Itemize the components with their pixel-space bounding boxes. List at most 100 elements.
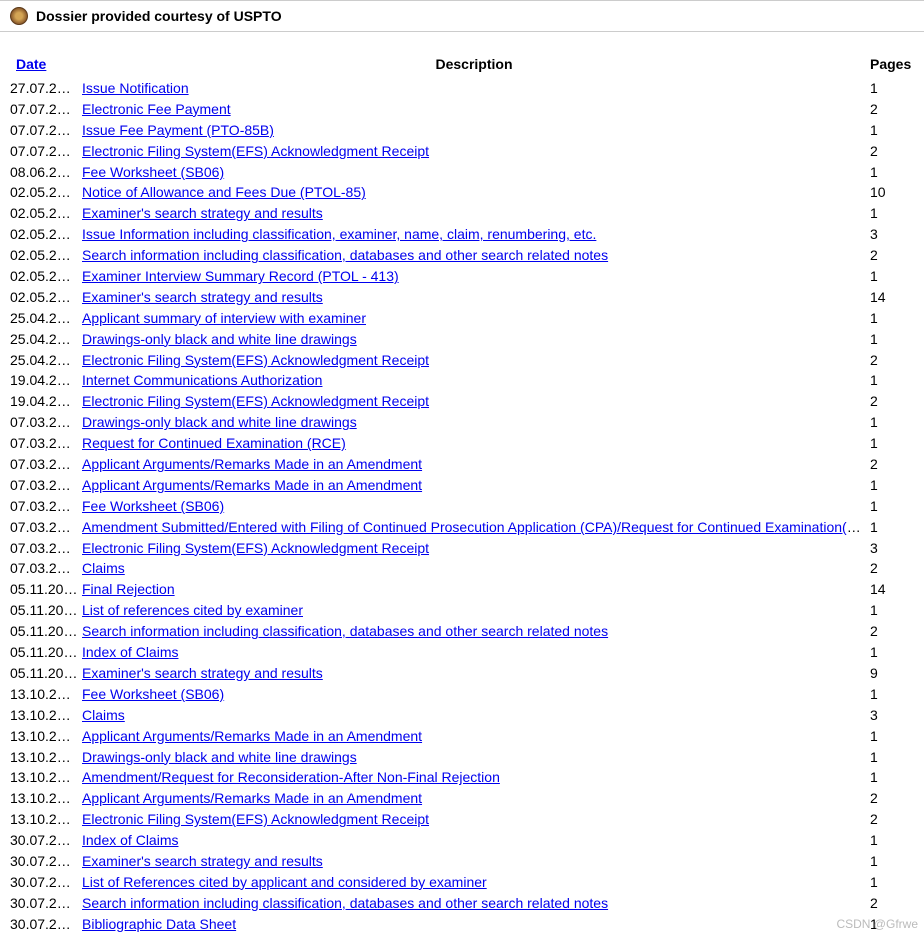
document-link[interactable]: Drawings-only black and white line drawi… [82, 414, 357, 430]
date-cell: 02.05.2022 [8, 287, 80, 308]
document-link[interactable]: Issue Notification [82, 80, 189, 96]
document-link[interactable]: Electronic Filing System(EFS) Acknowledg… [82, 143, 429, 159]
description-cell: Issue Notification [80, 78, 868, 99]
document-link[interactable]: Bibliographic Data Sheet [82, 916, 236, 932]
table-row: 13.10.2021Amendment/Request for Reconsid… [8, 767, 916, 788]
document-link[interactable]: Search information including classificat… [82, 623, 608, 639]
document-link[interactable]: Index of Claims [82, 832, 178, 848]
date-cell: 13.10.2021 [8, 705, 80, 726]
date-cell: 27.07.2022 [8, 78, 80, 99]
table-header-row: Date Description Pages [8, 52, 916, 78]
document-link[interactable]: Examiner's search strategy and results [82, 289, 323, 305]
pages-cell: 1 [868, 684, 916, 705]
table-row: 13.10.2021Fee Worksheet (SB06)1 [8, 684, 916, 705]
description-cell: List of references cited by examiner [80, 600, 868, 621]
col-header-date[interactable]: Date [8, 52, 80, 78]
document-link[interactable]: Fee Worksheet (SB06) [82, 164, 224, 180]
table-row: 25.04.2022Electronic Filing System(EFS) … [8, 350, 916, 371]
document-link[interactable]: Electronic Filing System(EFS) Acknowledg… [82, 352, 429, 368]
document-link[interactable]: Drawings-only black and white line drawi… [82, 331, 357, 347]
document-link[interactable]: Electronic Filing System(EFS) Acknowledg… [82, 393, 429, 409]
date-cell: 25.04.2022 [8, 329, 80, 350]
description-cell: List of References cited by applicant an… [80, 872, 868, 893]
table-row: 30.07.2021Search information including c… [8, 893, 916, 914]
document-link[interactable]: Examiner's search strategy and results [82, 853, 323, 869]
description-cell: Search information including classificat… [80, 621, 868, 642]
pages-cell: 1 [868, 851, 916, 872]
date-cell: 02.05.2022 [8, 203, 80, 224]
document-link[interactable]: Claims [82, 707, 125, 723]
document-link[interactable]: Electronic Filing System(EFS) Acknowledg… [82, 540, 429, 556]
table-row: 30.07.2021Index of Claims1 [8, 830, 916, 851]
document-link[interactable]: Fee Worksheet (SB06) [82, 498, 224, 514]
document-link[interactable]: Applicant summary of interview with exam… [82, 310, 366, 326]
dossier-table-wrap: Date Description Pages 27.07.2022Issue N… [0, 32, 924, 935]
table-row: 30.07.2021Bibliographic Data Sheet1 [8, 914, 916, 935]
document-link[interactable]: Issue Information including classificati… [82, 226, 596, 242]
document-link[interactable]: Examiner's search strategy and results [82, 205, 323, 221]
document-link[interactable]: Amendment Submitted/Entered with Filing … [82, 519, 868, 535]
description-cell: Search information including classificat… [80, 893, 868, 914]
date-cell: 07.03.2022 [8, 558, 80, 579]
document-link[interactable]: Notice of Allowance and Fees Due (PTOL-8… [82, 184, 366, 200]
document-link[interactable]: Applicant Arguments/Remarks Made in an A… [82, 477, 422, 493]
document-link[interactable]: Electronic Fee Payment [82, 101, 231, 117]
document-link[interactable]: Search information including classificat… [82, 247, 608, 263]
pages-cell: 2 [868, 788, 916, 809]
table-row: 07.03.2022Electronic Filing System(EFS) … [8, 538, 916, 559]
pages-cell: 14 [868, 287, 916, 308]
date-cell: 19.04.2022 [8, 391, 80, 412]
pages-cell: 1 [868, 496, 916, 517]
document-link[interactable]: Amendment/Request for Reconsideration-Af… [82, 769, 500, 785]
document-link[interactable]: Search information including classificat… [82, 895, 608, 911]
description-cell: Examiner's search strategy and results [80, 203, 868, 224]
date-cell: 02.05.2022 [8, 245, 80, 266]
pages-cell: 1 [868, 726, 916, 747]
document-link[interactable]: Fee Worksheet (SB06) [82, 686, 224, 702]
document-link[interactable]: List of References cited by applicant an… [82, 874, 487, 890]
description-cell: Claims [80, 558, 868, 579]
dossier-header: Dossier provided courtesy of USPTO [0, 0, 924, 32]
table-row: 25.04.2022Drawings-only black and white … [8, 329, 916, 350]
description-cell: Amendment/Request for Reconsideration-Af… [80, 767, 868, 788]
document-link[interactable]: Applicant Arguments/Remarks Made in an A… [82, 728, 422, 744]
document-link[interactable]: Internet Communications Authorization [82, 372, 322, 388]
document-link[interactable]: Index of Claims [82, 644, 178, 660]
description-cell: Index of Claims [80, 642, 868, 663]
document-link[interactable]: Issue Fee Payment (PTO-85B) [82, 122, 274, 138]
document-link[interactable]: Final Rejection [82, 581, 175, 597]
table-row: 07.07.2022Electronic Fee Payment2 [8, 99, 916, 120]
document-link[interactable]: Examiner Interview Summary Record (PTOL … [82, 268, 399, 284]
pages-cell: 1 [868, 78, 916, 99]
pages-cell: 2 [868, 391, 916, 412]
date-cell: 08.06.2022 [8, 162, 80, 183]
pages-cell: 10 [868, 182, 916, 203]
document-link[interactable]: Electronic Filing System(EFS) Acknowledg… [82, 811, 429, 827]
pages-cell: 2 [868, 621, 916, 642]
pages-cell: 2 [868, 893, 916, 914]
document-link[interactable]: Drawings-only black and white line drawi… [82, 749, 357, 765]
date-cell: 30.07.2021 [8, 872, 80, 893]
sort-date-link[interactable]: Date [16, 56, 46, 72]
description-cell: Fee Worksheet (SB06) [80, 162, 868, 183]
document-link[interactable]: Examiner's search strategy and results [82, 665, 323, 681]
description-cell: Applicant Arguments/Remarks Made in an A… [80, 475, 868, 496]
description-cell: Electronic Filing System(EFS) Acknowledg… [80, 809, 868, 830]
pages-cell: 1 [868, 308, 916, 329]
table-row: 19.04.2022Internet Communications Author… [8, 370, 916, 391]
document-link[interactable]: Applicant Arguments/Remarks Made in an A… [82, 456, 422, 472]
document-link[interactable]: Request for Continued Examination (RCE) [82, 435, 346, 451]
date-cell: 30.07.2021 [8, 830, 80, 851]
pages-cell: 1 [868, 872, 916, 893]
table-row: 02.05.2022Examiner's search strategy and… [8, 203, 916, 224]
document-link[interactable]: Applicant Arguments/Remarks Made in an A… [82, 790, 422, 806]
description-cell: Bibliographic Data Sheet [80, 914, 868, 935]
pages-cell: 1 [868, 329, 916, 350]
description-cell: Request for Continued Examination (RCE) [80, 433, 868, 454]
col-header-pages: Pages [868, 52, 916, 78]
document-link[interactable]: Claims [82, 560, 125, 576]
table-row: 27.07.2022Issue Notification 1 [8, 78, 916, 99]
date-cell: 07.03.2022 [8, 496, 80, 517]
table-row: 13.10.2021Claims3 [8, 705, 916, 726]
document-link[interactable]: List of references cited by examiner [82, 602, 303, 618]
